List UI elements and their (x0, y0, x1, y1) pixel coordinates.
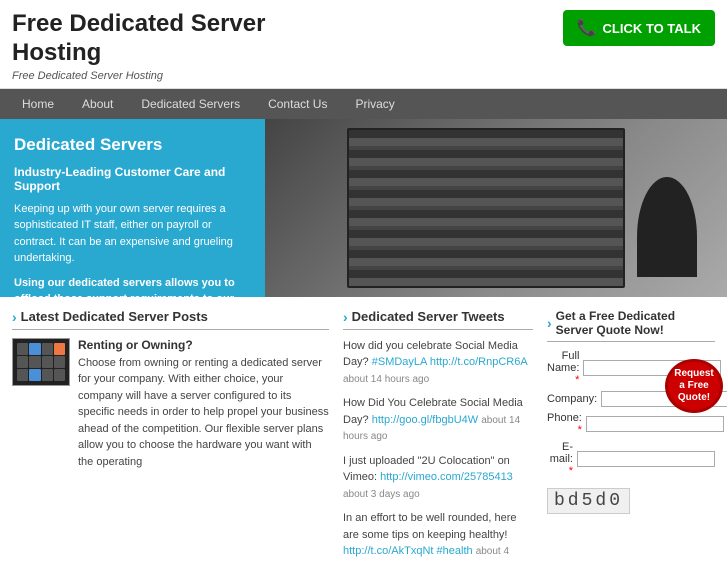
form-row-email: E-mail: * (547, 441, 715, 477)
email-input[interactable] (577, 451, 715, 467)
phone-icon: 📞 (577, 18, 597, 38)
key-buy (29, 343, 40, 355)
tweet-item: I just uploaded "2U Colocation" on Vimeo… (343, 453, 533, 503)
quote-form-section: Get a Free Dedicated Server Quote Now! F… (547, 309, 715, 568)
server-image (265, 119, 727, 297)
hero-banner: Dedicated Servers Industry-Leading Custo… (0, 119, 727, 297)
tweet-item: How Did You Celebrate Social Media Day? … (343, 395, 533, 445)
tweets-section: Dedicated Server Tweets How did you cele… (343, 309, 533, 568)
tweet-item: How did you celebrate Social Media Day? … (343, 338, 533, 388)
phone-label: Phone: * (547, 412, 586, 436)
key (42, 369, 53, 381)
hero-tagline: Industry-Leading Customer Care and Suppo… (14, 165, 251, 193)
hero-image (265, 119, 727, 297)
tweets-heading: Dedicated Server Tweets (343, 309, 533, 330)
person-silhouette (637, 177, 697, 277)
main-content: Latest Dedicated Server Posts (0, 297, 727, 580)
hero-title: Dedicated Servers (14, 135, 251, 155)
key (54, 369, 65, 381)
tweet-time: about 3 days ago (343, 489, 420, 500)
nav-dedicated-servers[interactable]: Dedicated Servers (127, 89, 254, 119)
posts-heading: Latest Dedicated Server Posts (12, 309, 329, 330)
key (42, 356, 53, 368)
phone-input[interactable] (586, 416, 724, 432)
nav-contact-us[interactable]: Contact Us (254, 89, 341, 119)
key (17, 343, 28, 355)
tweet-link[interactable]: http://goo.gl/fbgbU4W (372, 414, 478, 426)
request-quote-button[interactable]: Request a Free Quote! (665, 359, 723, 413)
site-title-block: Free Dedicated Server Hosting Free Dedic… (12, 10, 265, 82)
posts-section: Latest Dedicated Server Posts (12, 309, 329, 568)
tweet-link[interactable]: http://t.co/AkTxqNt #health (343, 545, 473, 557)
key (17, 356, 28, 368)
hero-description: Keeping up with your own server requires… (14, 201, 251, 267)
tweet-time: about 4 (476, 546, 509, 557)
post-body: Choose from owning or renting a dedicate… (78, 355, 329, 471)
post-thumbnail (12, 338, 70, 386)
key (29, 356, 40, 368)
tweet-text: In an effort to be well rounded, here ar… (343, 512, 516, 541)
captcha-display: bd5d0 (547, 488, 630, 514)
key (29, 369, 40, 381)
tweet-link[interactable]: http://vimeo.com/25785413 (380, 471, 513, 483)
server-rack-visual (347, 128, 624, 288)
quote-form-heading: Get a Free Dedicated Server Quote Now! (547, 309, 715, 342)
site-subtitle: Free Dedicated Server Hosting (12, 70, 265, 82)
post-title: Renting or Owning? (78, 338, 329, 352)
tweet-time: about 14 hours ago (343, 374, 429, 385)
post-content: Renting or Owning? Choose from owning or… (78, 338, 329, 471)
tweet-item: In an effort to be well rounded, here ar… (343, 510, 533, 560)
key (54, 356, 65, 368)
tweet-link[interactable]: #SMDayLA http://t.co/RnpCR6A (372, 356, 527, 368)
key (17, 369, 28, 381)
company-label: Company: (547, 393, 601, 405)
form-row-phone: Phone: * (547, 412, 715, 436)
email-label: E-mail: * (547, 441, 577, 477)
site-title: Free Dedicated Server Hosting (12, 10, 265, 68)
key-rent (54, 343, 65, 355)
click-to-talk-button[interactable]: 📞 CLICK TO TALK (563, 10, 715, 46)
nav-home[interactable]: Home (8, 89, 68, 119)
nav-privacy[interactable]: Privacy (341, 89, 408, 119)
post-item: Renting or Owning? Choose from owning or… (12, 338, 329, 471)
key (42, 343, 53, 355)
hero-text-panel: Dedicated Servers Industry-Leading Custo… (0, 119, 265, 297)
nav-about[interactable]: About (68, 89, 127, 119)
page-header: Free Dedicated Server Hosting Free Dedic… (0, 0, 727, 89)
fullname-label: Full Name: * (547, 350, 583, 386)
main-nav: Home About Dedicated Servers Contact Us … (0, 89, 727, 119)
keyboard-icon (13, 339, 69, 385)
